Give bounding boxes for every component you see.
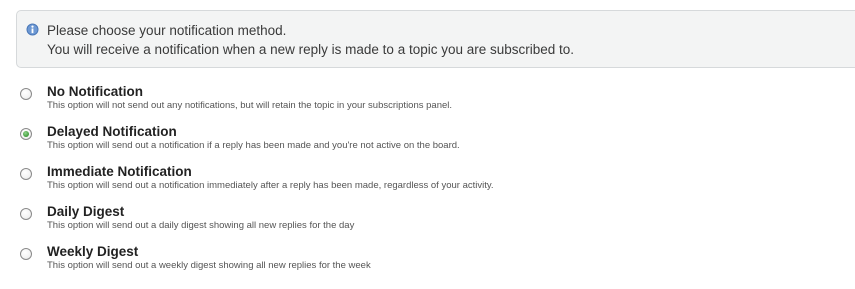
option-description: This option will not send out any notifi…	[47, 100, 453, 111]
option-title: Weekly Digest	[47, 244, 139, 259]
option-weekly-digest[interactable]: Weekly Digest This option will send out …	[16, 244, 855, 284]
radio-immediate-notification[interactable]	[20, 168, 32, 180]
radio-daily-digest[interactable]	[20, 208, 32, 220]
option-description: This option will send out a daily digest…	[47, 220, 355, 231]
option-title: No Notification	[47, 84, 143, 99]
option-title: Immediate Notification	[47, 164, 192, 179]
info-icon	[26, 23, 39, 36]
info-description: You will receive a notification when a n…	[47, 42, 575, 57]
option-title: Delayed Notification	[47, 124, 177, 139]
option-immediate-notification[interactable]: Immediate Notification This option will …	[16, 164, 855, 204]
option-description: This option will send out a notification…	[47, 180, 494, 191]
option-description: This option will send out a weekly diges…	[47, 260, 371, 271]
info-title: Please choose your notification method.	[47, 23, 287, 38]
option-title: Daily Digest	[47, 204, 125, 219]
radio-delayed-notification[interactable]	[20, 128, 32, 140]
option-no-notification[interactable]: No Notification This option will not sen…	[16, 84, 855, 124]
option-delayed-notification[interactable]: Delayed Notification This option will se…	[16, 124, 855, 164]
radio-no-notification[interactable]	[20, 88, 32, 100]
notification-options-list: No Notification This option will not sen…	[16, 84, 855, 284]
radio-weekly-digest[interactable]	[20, 248, 32, 260]
option-daily-digest[interactable]: Daily Digest This option will send out a…	[16, 204, 855, 244]
notification-settings-page: Please choose your notification method. …	[0, 10, 855, 289]
info-message-box: Please choose your notification method. …	[16, 10, 855, 68]
option-description: This option will send out a notification…	[47, 140, 460, 151]
